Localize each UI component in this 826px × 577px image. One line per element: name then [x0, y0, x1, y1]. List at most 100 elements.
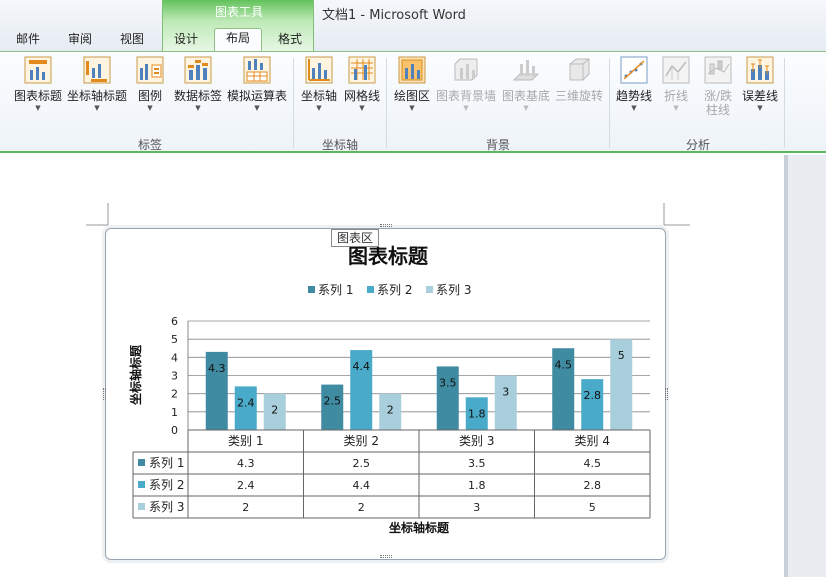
plot-area-button[interactable]: 绘图区 ▼ — [391, 56, 433, 113]
data-table-icon — [243, 56, 271, 84]
chart-title-icon — [24, 56, 52, 84]
chart-floor-label: 图表基底 — [501, 89, 550, 103]
chevron-down-icon: ▼ — [254, 104, 260, 112]
table-series-name: 系列 1 — [149, 456, 184, 470]
tab-review[interactable]: 审阅 — [60, 30, 100, 52]
error-bars-icon — [746, 56, 774, 84]
group-divider — [609, 58, 610, 148]
chart-floor-button[interactable]: 图表基底 ▼ — [500, 56, 552, 113]
table-legend-key — [138, 459, 145, 466]
legend-swatch — [426, 286, 433, 293]
group-label-labels: 标签 — [137, 138, 162, 152]
data-table-button[interactable]: 模拟运算表 ▼ — [226, 56, 288, 113]
data-labels-button[interactable]: 数据标签 ▼ — [172, 56, 224, 113]
legend-entry: 系列 2 — [377, 283, 412, 297]
document-margin-right — [784, 155, 826, 577]
error-bars-label: 误差线 — [741, 89, 778, 103]
resize-handle-left[interactable] — [103, 388, 106, 400]
axes-label: 坐标轴 — [300, 89, 337, 103]
legend-button[interactable]: 图例 ▼ — [130, 56, 170, 113]
chevron-down-icon: ▼ — [631, 104, 637, 112]
lines-button[interactable]: 折线 ▼ — [658, 56, 694, 113]
x-category-label: 类别 2 — [344, 434, 379, 448]
chart-wall-label: 图表背景墙 — [435, 89, 496, 103]
group-divider — [784, 58, 785, 148]
gridlines-icon — [348, 56, 376, 84]
gridlines-button[interactable]: 网格线 ▼ — [342, 56, 382, 113]
chart-title-button[interactable]: 图表标题 ▼ — [10, 56, 66, 113]
tab-mailings[interactable]: 邮件 — [8, 30, 48, 52]
up-down-bars-label-line2: 柱线 — [705, 103, 730, 117]
legend-entry: 系列 1 — [318, 283, 353, 297]
3d-rotation-button[interactable]: 三维旋转 — [554, 56, 604, 103]
resize-handle-right[interactable] — [665, 388, 668, 400]
data-label: 3 — [502, 386, 509, 399]
y-tick-label: 6 — [171, 315, 178, 328]
table-cell: 2.5 — [353, 457, 371, 470]
table-series-name: 系列 3 — [149, 500, 184, 514]
chart-area[interactable]: 图表标题 系列 1 系列 2 系列 3 0 1 2 3 4 5 6 坐标轴标题 4.3 2.4 2 2.5 4.… — [105, 228, 666, 560]
up-down-bars-button[interactable]: 涨/跌 柱线 — [698, 56, 738, 117]
trendline-icon — [620, 56, 648, 84]
chart-title-label: 图表标题 — [13, 89, 62, 103]
tab-design[interactable]: 设计 — [166, 30, 206, 52]
data-label: 1.8 — [468, 407, 486, 420]
group-divider — [293, 58, 294, 148]
chevron-down-icon: ▼ — [757, 104, 763, 112]
plot-area-label: 绘图区 — [393, 89, 430, 103]
lines-icon — [662, 56, 690, 84]
y-tick-label: 1 — [171, 406, 178, 419]
ribbon: 图表标题 ▼ 坐标轴标题 ▼ 图例 ▼ 数据标签 ▼ 模拟运算表 ▼ 坐标轴 ▼… — [0, 51, 826, 153]
tab-layout[interactable]: 布局 — [214, 28, 262, 52]
bar — [581, 379, 604, 430]
tab-format[interactable]: 格式 — [270, 30, 310, 52]
table-cell: 2 — [242, 501, 249, 514]
axes-button[interactable]: 坐标轴 ▼ — [298, 56, 340, 113]
y-tick-label: 3 — [171, 370, 178, 383]
plot-area-icon — [398, 56, 426, 84]
group-label-analysis: 分析 — [685, 138, 710, 152]
chart-tools-label: 图表工具 — [214, 5, 263, 19]
y-tick-label: 2 — [171, 388, 178, 401]
chevron-down-icon: ▼ — [463, 104, 469, 112]
table-cell: 2.8 — [584, 479, 602, 492]
chevron-down-icon: ▼ — [35, 104, 41, 112]
x-category-label: 类别 4 — [575, 434, 610, 448]
y-tick-label: 0 — [171, 424, 178, 437]
legend-swatch — [367, 286, 374, 293]
axis-title-button[interactable]: 坐标轴标题 ▼ — [66, 56, 128, 113]
chevron-down-icon: ▼ — [673, 104, 679, 112]
chevron-down-icon: ▼ — [359, 104, 365, 112]
trendline-button[interactable]: 趋势线 ▼ — [614, 56, 654, 113]
gridlines-label: 网格线 — [343, 89, 380, 103]
chart-wall-button[interactable]: 图表背景墙 ▼ — [434, 56, 498, 113]
chart-title: 图表标题 — [348, 244, 429, 268]
data-label: 2 — [387, 404, 394, 417]
chart-svg: 图表标题系列 1 系列 2 系列 3 0 1 2 3 4 5 6 坐标轴标题 4.3 2.4 2 2.5 4.… — [128, 244, 651, 535]
x-axis-title: 坐标轴标题 — [389, 520, 450, 535]
group-label-background: 背景 — [485, 138, 510, 152]
table-cell: 3.5 — [468, 457, 486, 470]
x-category-label: 类别 3 — [459, 434, 494, 448]
axis-title-icon — [83, 56, 111, 84]
chevron-down-icon: ▼ — [523, 104, 529, 112]
table-legend-key — [138, 481, 145, 488]
resize-handle-top[interactable] — [380, 224, 392, 227]
legend-label: 图例 — [137, 89, 162, 103]
trendline-label: 趋势线 — [615, 89, 652, 103]
table-cell: 2.4 — [237, 479, 255, 492]
y-tick-label: 4 — [171, 351, 178, 364]
error-bars-button[interactable]: 误差线 ▼ — [740, 56, 780, 113]
table-cell: 1.8 — [468, 479, 486, 492]
chevron-down-icon: ▼ — [195, 104, 201, 112]
table-legend-key — [138, 503, 145, 510]
chart-area-tooltip: 图表区 — [331, 229, 380, 247]
bar — [494, 375, 517, 430]
tab-view[interactable]: 视图 — [112, 30, 152, 52]
table-cell: 3 — [473, 501, 480, 514]
page-shadow — [784, 155, 788, 577]
resize-handle-bottom[interactable] — [380, 555, 392, 558]
data-label: 2.4 — [237, 396, 255, 409]
window-title: 文档1 - Microsoft Word — [322, 8, 466, 23]
y-axis-title: 坐标轴标题 — [128, 344, 143, 405]
